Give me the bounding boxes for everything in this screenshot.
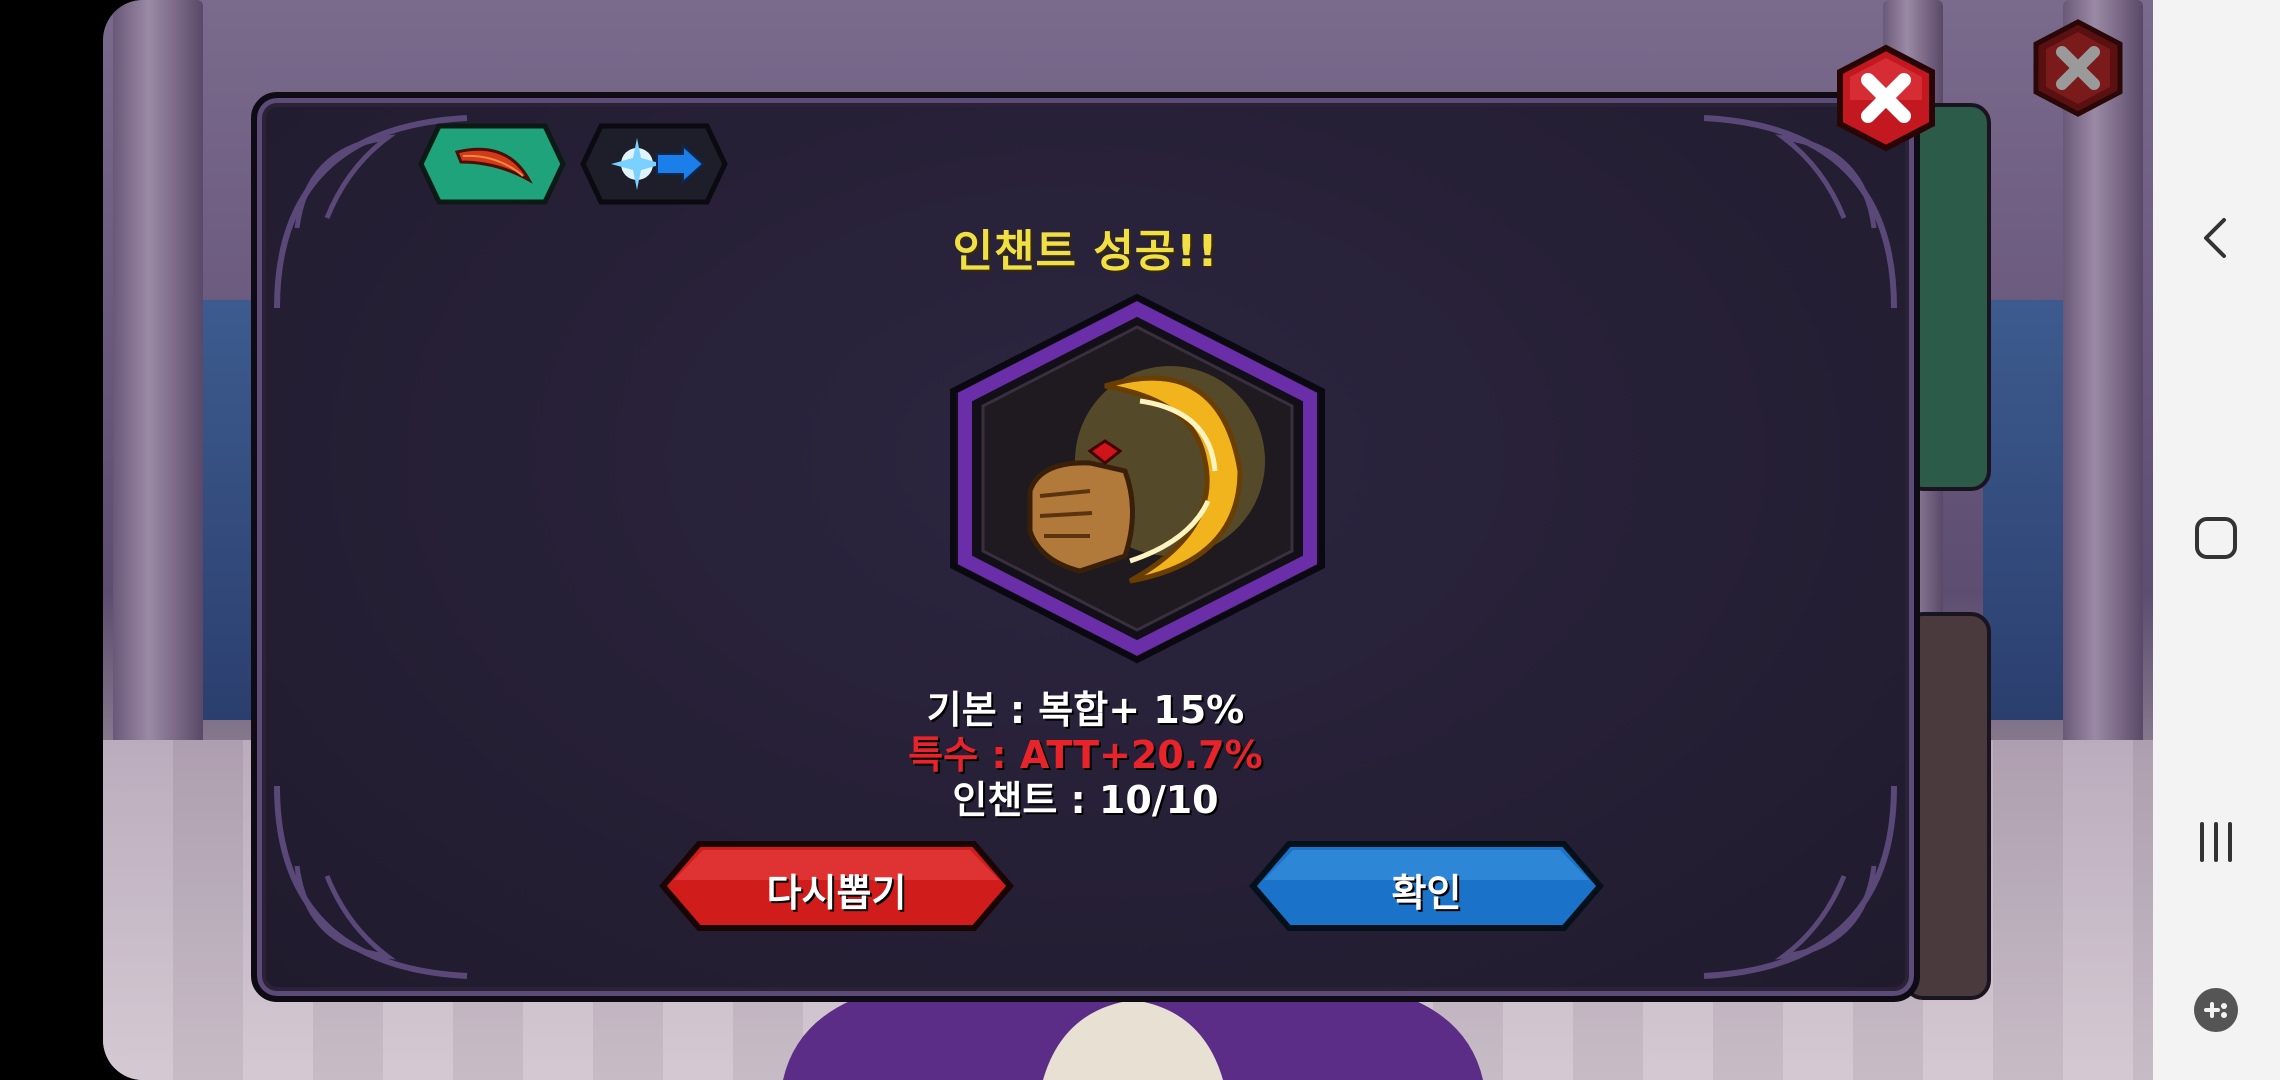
- item-frame: [950, 293, 1325, 664]
- background-close-icon: [2033, 19, 2123, 117]
- stat-special: 특수 : ATT+20.7%: [908, 733, 1263, 777]
- enchant-result-dialog: 인챈트 성공!! 기본 : 복합+ 15% 특수 : ATT+20.7% 인챈트…: [251, 92, 1920, 1002]
- home-icon[interactable]: [2186, 508, 2246, 568]
- recents-icon[interactable]: [2186, 812, 2246, 872]
- confirm-button[interactable]: 확인: [1249, 840, 1604, 932]
- retry-button-label: 다시뽑기: [766, 871, 907, 915]
- tab-feather[interactable]: [417, 122, 567, 206]
- back-icon[interactable]: [2186, 208, 2246, 268]
- background-pillar: [113, 0, 203, 780]
- confirm-button-label: 확인: [1391, 871, 1462, 915]
- tab-effect[interactable]: [579, 122, 729, 206]
- stat-enchant-level: 인챈트 : 10/10: [952, 778, 1219, 822]
- stat-base: 기본 : 복합+ 15%: [926, 688, 1245, 732]
- game-tools-icon[interactable]: [2186, 980, 2246, 1040]
- close-button[interactable]: [1832, 44, 1940, 152]
- system-navigation-bar: [2153, 0, 2280, 1080]
- dialog-title: 인챈트 성공!!: [952, 226, 1219, 277]
- close-icon: [1837, 44, 1935, 152]
- retry-button[interactable]: 다시뽑기: [659, 840, 1014, 932]
- stats-block: 기본 : 복합+ 15% 특수 : ATT+20.7% 인챈트 : 10/10: [257, 688, 1914, 823]
